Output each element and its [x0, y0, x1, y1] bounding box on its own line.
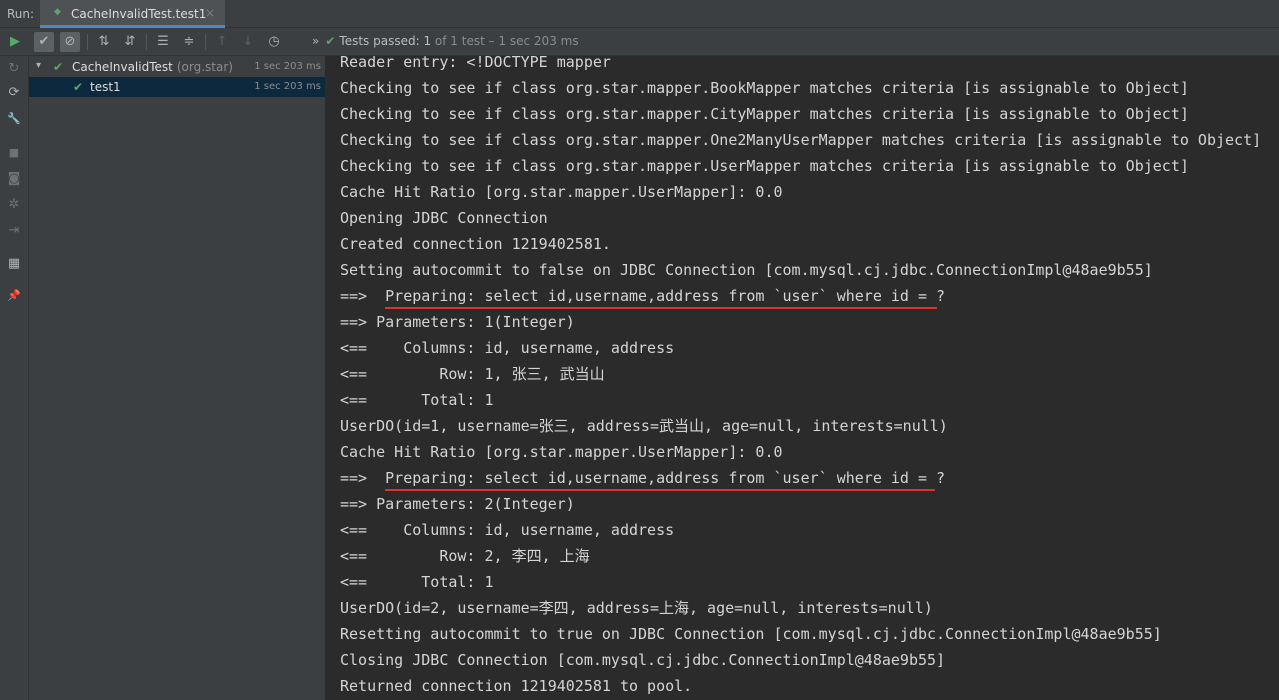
test-method-name: test1 [90, 80, 121, 94]
tab-cache-invalid-test[interactable]: ◆ CacheInvalidTest.test1 × [40, 0, 225, 28]
console-line: ==> Preparing: select id,username,addres… [340, 469, 946, 487]
history-icon[interactable]: ◷ [264, 32, 284, 52]
pin-icon[interactable]: 📌 [4, 286, 24, 306]
console-line: Cache Hit Ratio [org.star.mapper.UserMap… [340, 443, 783, 461]
console-line: ==> Parameters: 2(Integer) [340, 495, 575, 513]
passed-check-icon: ✔ [325, 34, 336, 48]
passed-check-icon: ✔ [53, 60, 64, 74]
console-line: <== Row: 2, 李四, 上海 [340, 547, 590, 565]
console-output[interactable]: Reader entry: <!DOCTYPE mapper Checking t… [326, 56, 1279, 700]
show-ignored-icon[interactable]: ⊘ [60, 32, 80, 52]
wrench-icon[interactable]: 🔧 [4, 109, 24, 129]
tests-passed-count: 1 [423, 34, 432, 48]
console-line: ==> Preparing: select id,username,addres… [340, 287, 946, 305]
console-line: Opening JDBC Connection [340, 209, 548, 227]
stop-icon[interactable]: ■ [4, 143, 24, 163]
tree-node-label: CacheInvalidTest (org.star) [72, 60, 233, 74]
tests-summary: of 1 test – 1 sec 203 ms [434, 34, 579, 48]
console-line: Checking to see if class org.star.mapper… [340, 131, 1262, 149]
console-line: Returned connection 1219402581 to pool. [340, 677, 693, 695]
console-line: Checking to see if class org.star.mapper… [340, 105, 1189, 123]
camera-icon[interactable]: ◙ [4, 169, 24, 189]
console-line: Setting autocommit to false on JDBC Conn… [340, 261, 1153, 279]
console-line: <== Columns: id, username, address [340, 339, 675, 357]
expand-all-icon[interactable]: ☰ [153, 32, 173, 52]
console-line: <== Columns: id, username, address [340, 521, 675, 539]
collapse-all-icon[interactable]: ≑ [179, 32, 199, 52]
prev-failed-icon[interactable]: ↑ [212, 32, 232, 52]
debug-icon[interactable]: ✲ [4, 195, 24, 215]
expand-arrow-icon[interactable]: ▾ [36, 60, 41, 71]
toolbar-separator [87, 34, 88, 50]
console-line: <== Row: 1, 张三, 武当山 [340, 365, 605, 383]
console-line: <== Total: 1 [340, 573, 494, 591]
console-line: UserDO(id=2, username=李四, address=上海, ag… [340, 599, 933, 617]
test-class-name: CacheInvalidTest [72, 60, 173, 74]
test-status: » ✔ Tests passed: 1 of 1 test – 1 sec 203 … [312, 34, 579, 48]
console-line: Checking to see if class org.star.mapper… [340, 79, 1189, 97]
tests-passed-label: Tests passed: [339, 34, 420, 48]
run-label: Run: [7, 7, 35, 21]
toolbar-separator [205, 34, 206, 50]
toolbar-separator [146, 34, 147, 50]
tab-title: CacheInvalidTest.test1 [71, 7, 207, 21]
sort-alpha-icon[interactable]: ⇅ [94, 32, 114, 52]
more-chevron-icon[interactable]: » [312, 34, 319, 48]
console-line: Closing JDBC Connection [com.mysql.cj.jd… [340, 651, 946, 669]
run-tab-bar: Run: ◆ CacheInvalidTest.test1 × [0, 0, 1279, 28]
test-duration: 1 sec 203 ms [254, 81, 321, 92]
console-line: UserDO(id=1, username=张三, address=武当山, a… [340, 417, 948, 435]
sql-highlight-underline [385, 307, 937, 309]
left-tool-strip: ↻ ⟳ 🔧 ■ ◙ ✲ ⇥ ▦ 📌 [0, 56, 29, 700]
test-duration: 1 sec 203 ms [254, 61, 321, 72]
console-line: Reader entry: <!DOCTYPE mapper [340, 56, 611, 71]
sort-duration-icon[interactable]: ⇵ [120, 32, 140, 52]
close-icon[interactable]: × [205, 6, 215, 20]
show-passed-icon[interactable]: ✔ [34, 32, 54, 52]
layout-icon[interactable]: ▦ [4, 254, 24, 274]
exit-icon[interactable]: ⇥ [4, 221, 24, 241]
test-tree: ▾ ✔ CacheInvalidTest (org.star) 1 sec 203… [29, 56, 326, 700]
next-failed-icon[interactable]: ↓ [238, 32, 258, 52]
console-line: Resetting autocommit to true on JDBC Con… [340, 625, 1162, 643]
sql-highlight-underline [385, 489, 935, 491]
tree-node-test1[interactable]: ✔ test1 1 sec 203 ms [29, 77, 325, 97]
rerun-failed-icon[interactable]: ↻ [4, 59, 24, 79]
test-toolbar: ▶ ✔ ⊘ ⇅ ⇵ ☰ ≑ ↑ ↓ ◷ » ✔ Tests passed: 1 of… [0, 28, 1279, 56]
test-package: (org.star) [176, 60, 233, 74]
rerun-icon[interactable]: ▶ [5, 32, 25, 52]
console-line: Created connection 1219402581. [340, 235, 611, 253]
toggle-autotest-icon[interactable]: ⟳ [4, 83, 24, 103]
console-line: Checking to see if class org.star.mapper… [340, 157, 1189, 175]
test-run-icon: ◆ [54, 7, 61, 17]
console-line: <== Total: 1 [340, 391, 494, 409]
tree-node-cache-invalid-test[interactable]: ▾ ✔ CacheInvalidTest (org.star) 1 sec 203… [29, 57, 325, 77]
console-line: Cache Hit Ratio [org.star.mapper.UserMap… [340, 183, 783, 201]
console-line: ==> Parameters: 1(Integer) [340, 313, 575, 331]
passed-check-icon: ✔ [73, 80, 84, 94]
